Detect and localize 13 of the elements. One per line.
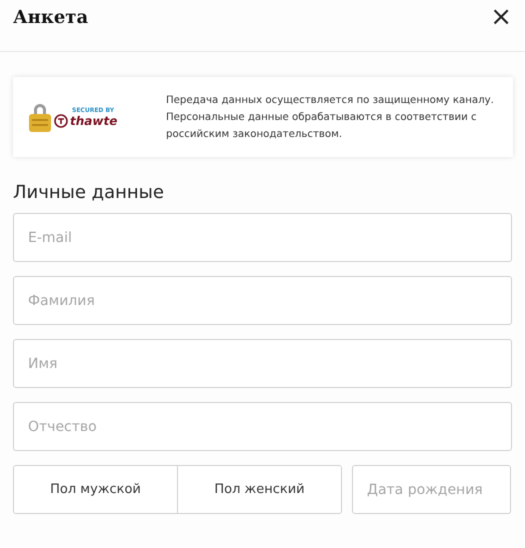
security-notice-text: Передача данных осуществляется по защищенному каналу. Персональные данные обрабатываются в соответствии с российским законодательством. <box>166 94 495 142</box>
badge-brand: thawte <box>70 114 118 128</box>
text-field[interactable]: Фамилия <box>13 276 512 325</box>
brand-logo-icon <box>54 114 68 128</box>
text-field[interactable]: Имя <box>13 339 512 388</box>
padlock-icon <box>28 101 52 133</box>
dialog-title: Анкета <box>13 7 88 28</box>
section-heading: Личные данные <box>13 182 164 203</box>
date-field[interactable]: Дата рождения <box>352 465 511 514</box>
close-button[interactable]: × <box>490 4 512 30</box>
text-field[interactable]: E-mail <box>13 213 512 262</box>
gender-option[interactable]: Пол женский <box>177 466 341 513</box>
text-field[interactable]: Отчество <box>13 402 512 451</box>
